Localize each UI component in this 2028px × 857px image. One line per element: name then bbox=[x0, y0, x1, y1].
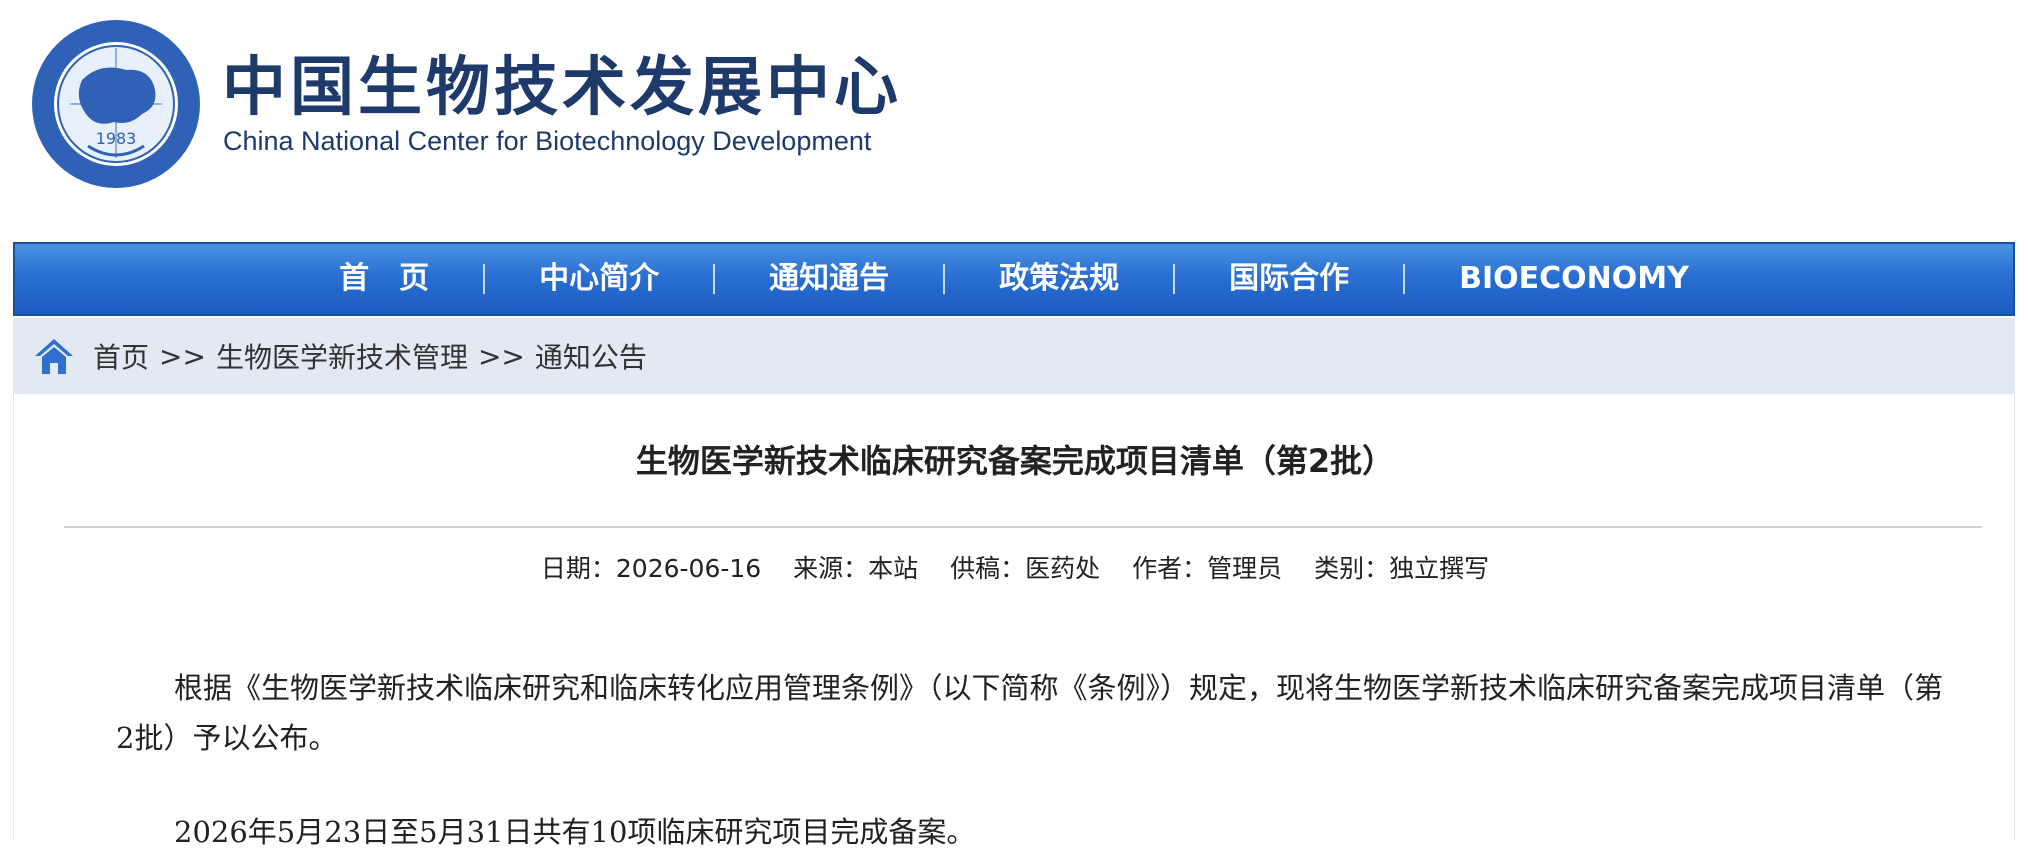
breadcrumb: 首页 >> 生物医学新技术管理 >> 通知公告 bbox=[13, 318, 2015, 394]
nav-divider bbox=[1403, 264, 1406, 294]
article-meta: 日期：2026-06-16 来源：本站 供稿：医药处 作者：管理员 类别：独立撰… bbox=[14, 550, 2016, 588]
meta-source: 来源：本站 bbox=[793, 554, 919, 583]
meta-category: 类别：独立撰写 bbox=[1314, 554, 1490, 583]
article-paragraph: 2026年5月23日至5月31日共有10项临床研究项目完成备案。 bbox=[174, 815, 976, 849]
breadcrumb-notices[interactable]: 通知公告 bbox=[535, 336, 647, 376]
emblem-year: 1983 bbox=[96, 129, 137, 148]
home-icon[interactable] bbox=[33, 336, 75, 376]
breadcrumb-separator: >> bbox=[477, 339, 525, 373]
nav-divider bbox=[1173, 264, 1176, 294]
title-divider bbox=[64, 526, 1982, 528]
nav-divider bbox=[483, 264, 486, 294]
site-header: 1983 中国生物技术发展中心 China National Center fo… bbox=[0, 0, 2028, 240]
breadcrumb-biomed-tech[interactable]: 生物医学新技术管理 bbox=[216, 336, 468, 376]
nav-item-about[interactable]: 中心简介 bbox=[485, 242, 713, 316]
article-container: 生物医学新技术临床研究备案完成项目清单（第2批） 日期：2026-06-16 来… bbox=[13, 394, 2016, 849]
site-title-en[interactable]: China National Center for Biotechnology … bbox=[223, 124, 871, 158]
meta-contributor: 供稿：医药处 bbox=[950, 554, 1101, 583]
nav-divider bbox=[943, 264, 946, 294]
organization-emblem-icon[interactable]: 1983 bbox=[30, 18, 202, 190]
meta-date: 日期：2026-06-16 bbox=[540, 554, 762, 583]
breadcrumb-separator: >> bbox=[159, 339, 206, 373]
article-paragraph: 根据《生物医学新技术临床研究和临床转化应用管理条例》（以下简称《条例》）规定，现… bbox=[116, 671, 1944, 755]
nav-divider bbox=[713, 264, 716, 294]
nav-item-international[interactable]: 国际合作 bbox=[1175, 242, 1403, 316]
breadcrumb-home[interactable]: 首页 bbox=[93, 336, 149, 376]
nav-item-bioeconomy[interactable]: BIOECONOMY bbox=[1405, 242, 1743, 316]
meta-author: 作者：管理员 bbox=[1132, 554, 1283, 583]
main-navigation: 首 页 中心简介 通知通告 政策法规 国际合作 BIOECONOMY bbox=[13, 242, 2015, 316]
site-title-cn[interactable]: 中国生物技术发展中心 bbox=[222, 48, 902, 128]
nav-item-notices[interactable]: 通知通告 bbox=[715, 242, 943, 316]
article-title: 生物医学新技术临床研究备案完成项目清单（第2批） bbox=[635, 442, 1395, 480]
nav-item-home[interactable]: 首 页 bbox=[285, 242, 483, 316]
nav-item-policies[interactable]: 政策法规 bbox=[945, 242, 1173, 316]
